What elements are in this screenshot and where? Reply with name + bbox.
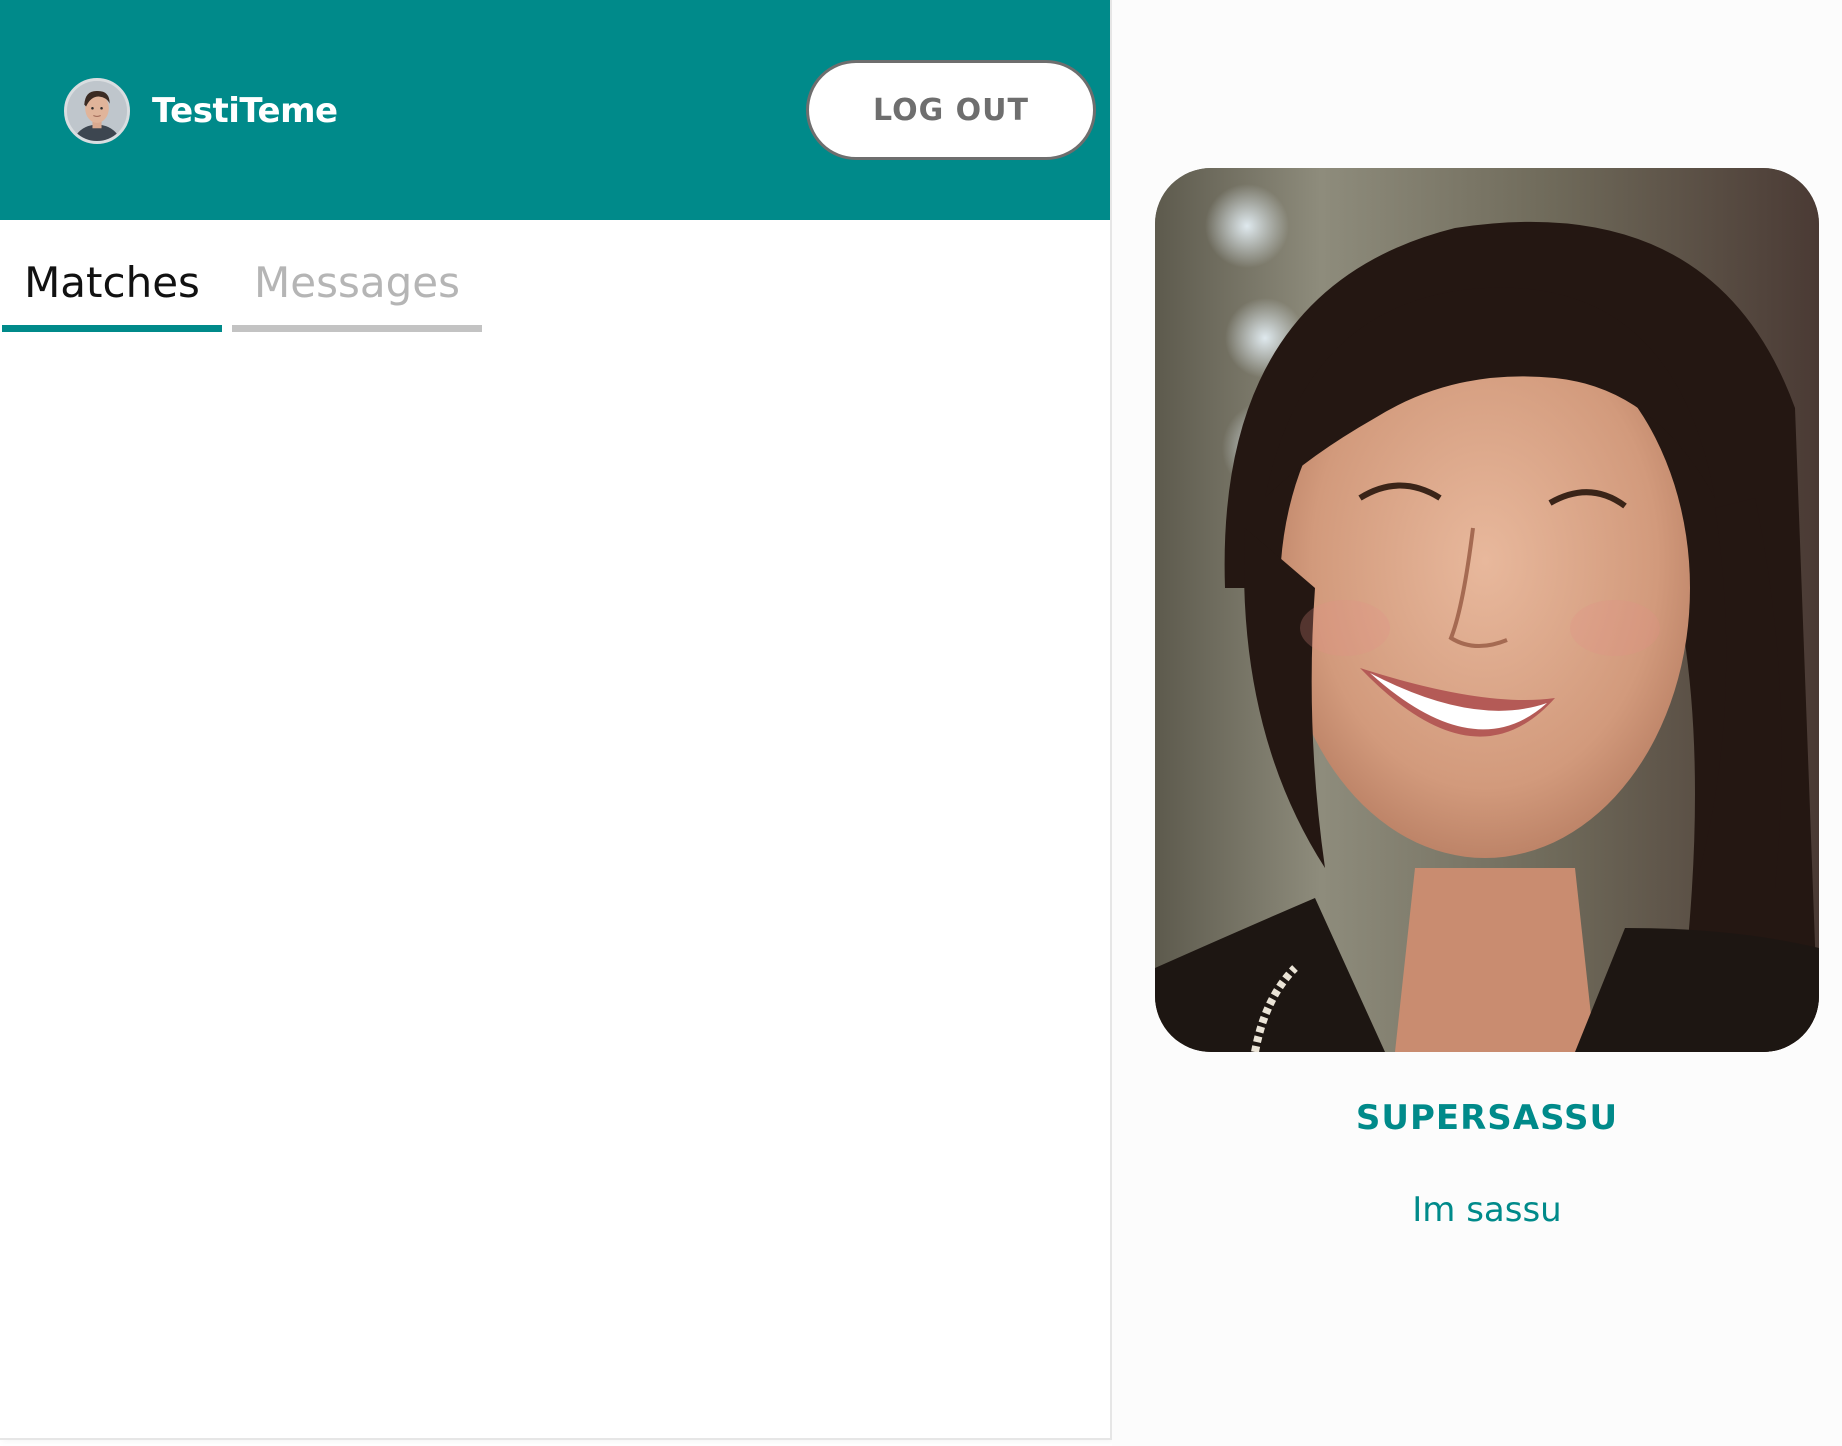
header-bar: TestiTeme LOG OUT: [0, 0, 1110, 220]
profile-photo-image: [1155, 168, 1819, 1052]
profile-name: SUPERSASSU: [1355, 1098, 1619, 1138]
user-profile-chip[interactable]: TestiTeme: [64, 78, 338, 144]
tab-messages[interactable]: Messages: [232, 240, 482, 332]
avatar[interactable]: [64, 78, 130, 144]
profile-bio: Im sassu: [1412, 1190, 1562, 1230]
tab-matches[interactable]: Matches: [2, 240, 222, 332]
matches-list: [0, 340, 1110, 1438]
app-root: TestiTeme LOG OUT Matches Messages SUPER…: [0, 0, 1842, 1446]
logout-button[interactable]: LOG OUT: [806, 60, 1096, 160]
profile-photo[interactable]: [1155, 168, 1819, 1052]
user-avatar-icon: [67, 81, 127, 141]
sidebar-panel: TestiTeme LOG OUT Matches Messages: [0, 0, 1112, 1440]
username: TestiTeme: [152, 91, 338, 131]
tab-bar: Matches Messages: [2, 240, 482, 332]
